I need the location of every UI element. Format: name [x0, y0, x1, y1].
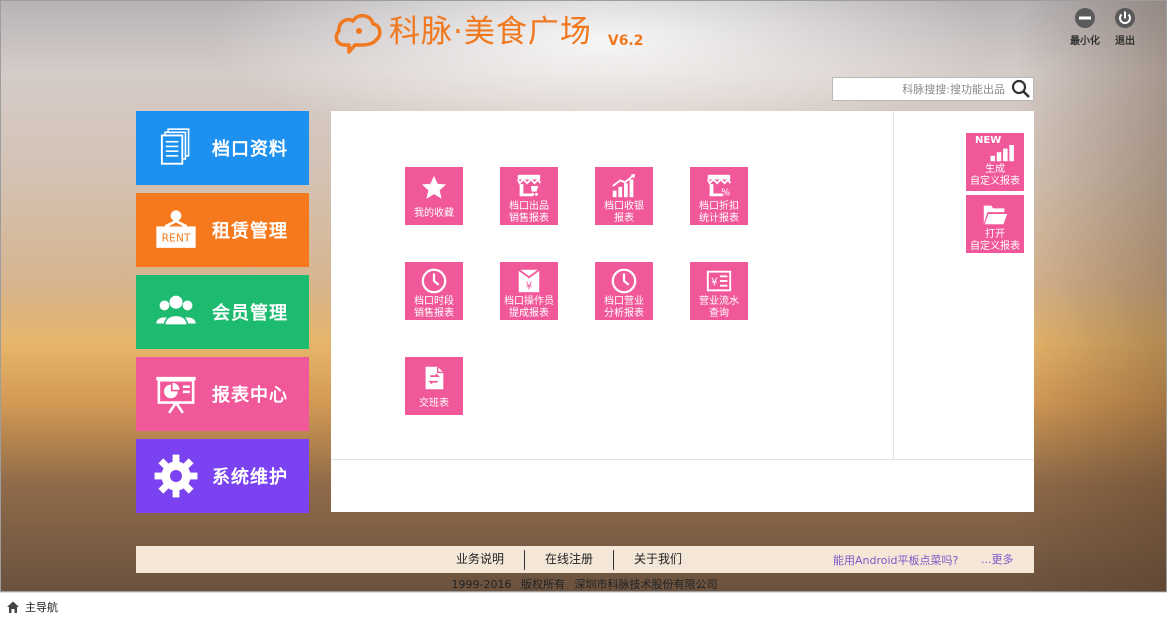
stall-cart-icon — [516, 174, 542, 196]
clock-icon — [611, 268, 637, 293]
report-label: 档口操作员 提成报表 — [504, 296, 554, 319]
stall-discount-icon: % — [706, 174, 732, 198]
minus-circle-icon — [1075, 8, 1095, 28]
report-label: 档口收银 报表 — [604, 201, 644, 224]
search-input[interactable] — [833, 78, 1005, 100]
app-title: 科脉·美食广场 — [389, 14, 592, 50]
cloud-logo-icon — [334, 14, 382, 54]
report-label: 营业流水 查询 — [699, 296, 739, 319]
sidebar-item-label: 系统维护 — [212, 467, 288, 488]
rent-sign-icon: RENT — [156, 210, 196, 248]
star-icon — [421, 175, 447, 199]
report-stall-period-button[interactable]: 档口时段 销售报表 — [405, 262, 463, 320]
report-business-flow-button[interactable]: ¥ 营业流水 查询 — [690, 262, 748, 320]
footer-link-register[interactable]: 在线注册 — [525, 546, 613, 573]
report-label: 生成 自定义报表 — [970, 164, 1020, 187]
sidebar-item-label: 会员管理 — [212, 303, 288, 324]
app-version: V6.2 — [607, 33, 644, 49]
generate-custom-report-button[interactable]: NEW 生成 自定义报表 — [966, 133, 1024, 191]
report-favorites-button[interactable]: 我的收藏 — [405, 167, 463, 225]
footer-link-business[interactable]: 业务说明 — [436, 546, 524, 573]
footer-more-link[interactable]: ...更多 — [981, 551, 1014, 567]
status-bar: 主导航 — [0, 592, 1167, 620]
footer-links: 业务说明 在线注册 关于我们 — [436, 546, 702, 573]
copyright-years: 1999-2016 — [451, 578, 512, 591]
documents-icon — [160, 128, 190, 165]
svg-text:%: % — [721, 187, 730, 198]
open-custom-report-button[interactable]: 打开 自定义报表 — [966, 195, 1024, 253]
sidebar-item-members[interactable]: 会员管理 — [136, 275, 309, 349]
report-label: 档口营业 分析报表 — [604, 296, 644, 319]
minimize-button[interactable]: 最小化 — [1067, 7, 1103, 47]
footer-question-link[interactable]: 能用Android平板点菜吗? — [833, 552, 958, 568]
copyright-rights: 版权所有 — [520, 578, 565, 591]
power-icon — [1115, 8, 1135, 28]
footer-bar: 业务说明 在线注册 关于我们 能用Android平板点菜吗? ...更多 — [136, 546, 1034, 573]
sidebar-item-reports[interactable]: 报表中心 — [136, 357, 309, 431]
report-label: 打开 自定义报表 — [970, 229, 1020, 252]
report-operator-commission-button[interactable]: ¥ 档口操作员 提成报表 — [500, 262, 558, 320]
sidebar-item-label: 报表中心 — [212, 385, 288, 406]
gear-icon — [154, 454, 198, 498]
minimize-label: 最小化 — [1070, 36, 1100, 47]
svg-text:¥: ¥ — [526, 280, 533, 292]
report-label: 交班表 — [419, 398, 449, 409]
report-stall-analysis-button[interactable]: 档口营业 分析报表 — [595, 262, 653, 320]
exit-button[interactable]: 退出 — [1107, 7, 1143, 47]
yen-envelope-icon: ¥ — [518, 268, 540, 292]
copyright-company: 深圳市科脉技术股份有限公司 — [574, 578, 718, 591]
presentation-chart-icon — [156, 376, 196, 414]
svg-text:RENT: RENT — [162, 232, 191, 245]
sidebar-item-stall-info[interactable]: 档口资料 — [136, 111, 309, 185]
sidebar-item-label: 租赁管理 — [212, 221, 288, 242]
report-stall-sales-button[interactable]: 档口出品 销售报表 — [500, 167, 558, 225]
search-box — [832, 77, 1034, 101]
sidebar-item-rental[interactable]: RENT 租赁管理 — [136, 193, 309, 267]
signal-bars-icon — [990, 145, 1014, 162]
report-stall-discount-button[interactable]: % 档口折扣 统计报表 — [690, 167, 748, 225]
footer-link-about[interactable]: 关于我们 — [614, 546, 702, 573]
search-icon[interactable] — [1011, 79, 1031, 99]
home-icon[interactable] — [6, 600, 20, 614]
folder-open-icon — [983, 205, 1008, 224]
report-stall-cashier-button[interactable]: 档口收银 报表 — [595, 167, 653, 225]
copyright: 1999-2016 版权所有 深圳市科脉技术股份有限公司 — [1, 576, 1167, 592]
report-label: 档口出品 销售报表 — [509, 201, 549, 224]
users-icon — [156, 295, 196, 326]
report-label: 档口折扣 统计报表 — [699, 201, 739, 224]
svg-text:¥: ¥ — [711, 276, 718, 288]
panel-divider — [331, 459, 1034, 460]
report-panel: 我的收藏 档口出品 销售报表 档口收银 报表 % 档口折扣 统计报表 档口时段 … — [331, 111, 1034, 512]
document-exchange-icon — [425, 366, 444, 390]
exit-label: 退出 — [1115, 36, 1135, 47]
clock-icon — [421, 268, 447, 293]
brand: 科脉·美食广场 V6.2 — [331, 9, 644, 55]
sidebar-item-label: 档口资料 — [212, 139, 288, 160]
bar-chart-up-icon — [612, 173, 636, 197]
panel-divider — [893, 111, 894, 459]
main-nav-label[interactable]: 主导航 — [25, 599, 58, 615]
app-window: 科脉·美食广场 V6.2 最小化 退出 科脉搜搜:搜功能出品 档口资料 RENT… — [0, 0, 1167, 593]
sidebar-item-system[interactable]: 系统维护 — [136, 439, 309, 513]
report-label: 档口时段 销售报表 — [414, 296, 454, 319]
report-label: 我的收藏 — [414, 208, 454, 219]
report-shift-button[interactable]: 交班表 — [405, 357, 463, 415]
yen-list-icon: ¥ — [706, 270, 732, 291]
